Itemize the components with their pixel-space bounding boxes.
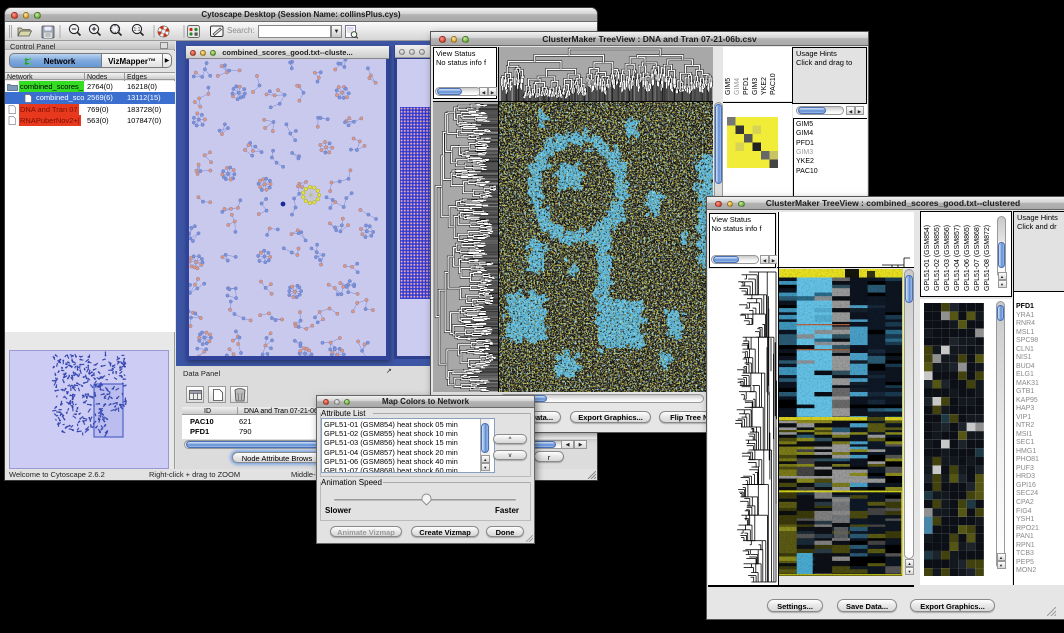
svg-text:1:1: 1:1 bbox=[134, 27, 141, 33]
